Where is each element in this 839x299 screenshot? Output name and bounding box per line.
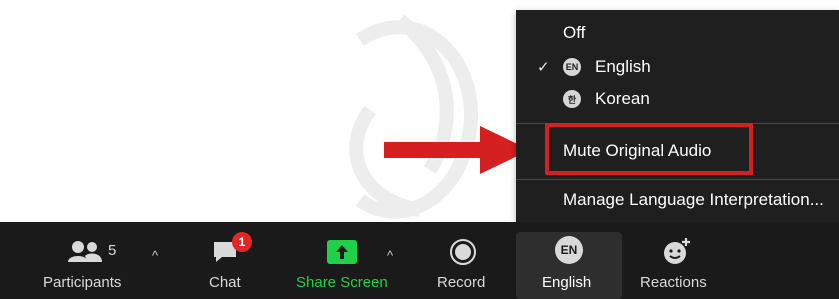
reactions-icon [664, 238, 690, 264]
participants-options-chevron-up-icon[interactable]: ^ [152, 248, 158, 263]
participants-label: Participants [43, 274, 122, 291]
share-screen-options-chevron-up-icon[interactable]: ^ [387, 248, 393, 263]
checkmark-icon: ✓ [537, 59, 550, 76]
language-badge-icon: EN [563, 58, 581, 76]
reactions-button[interactable]: Reactions [636, 222, 716, 299]
menu-item-korean[interactable]: 한 Korean [516, 85, 839, 113]
menu-divider [516, 179, 839, 180]
participant-count: 5 [108, 242, 117, 259]
chat-unread-badge: 1 [232, 232, 252, 252]
reactions-label: Reactions [640, 274, 707, 291]
annotation-highlight-box [545, 123, 753, 175]
share-screen-button[interactable]: Share Screen [294, 222, 394, 299]
menu-item-english[interactable]: ✓ EN English [516, 53, 839, 81]
share-screen-icon [327, 240, 357, 264]
language-badge-icon: 한 [563, 90, 581, 108]
participants-icon [68, 241, 102, 262]
language-interpretation-button[interactable]: EN English [516, 222, 622, 299]
record-icon [450, 239, 476, 265]
record-button[interactable]: Record [434, 222, 494, 299]
menu-item-label: English [595, 57, 651, 76]
language-label: English [542, 274, 592, 291]
menu-item-label: Korean [595, 89, 650, 108]
menu-item-off[interactable]: Off [516, 19, 839, 47]
menu-item-manage-language-interpretation[interactable]: Manage Language Interpretation... [516, 186, 839, 214]
share-screen-label: Share Screen [296, 274, 388, 291]
participants-button[interactable]: 5 Participants [40, 222, 132, 299]
record-label: Record [437, 274, 486, 291]
chat-label: Chat [209, 274, 241, 291]
language-interpretation-menu: Off ✓ EN English 한 Korean Mute Original … [516, 10, 839, 223]
menu-item-label: Off [563, 23, 586, 42]
language-icon: EN [555, 236, 583, 264]
annotation-arrow [384, 126, 530, 174]
meeting-toolbar: 5 Participants ^ Chat 1 Share Screen ^ R… [0, 222, 839, 299]
menu-item-label: Manage Language Interpretation... [563, 190, 824, 209]
